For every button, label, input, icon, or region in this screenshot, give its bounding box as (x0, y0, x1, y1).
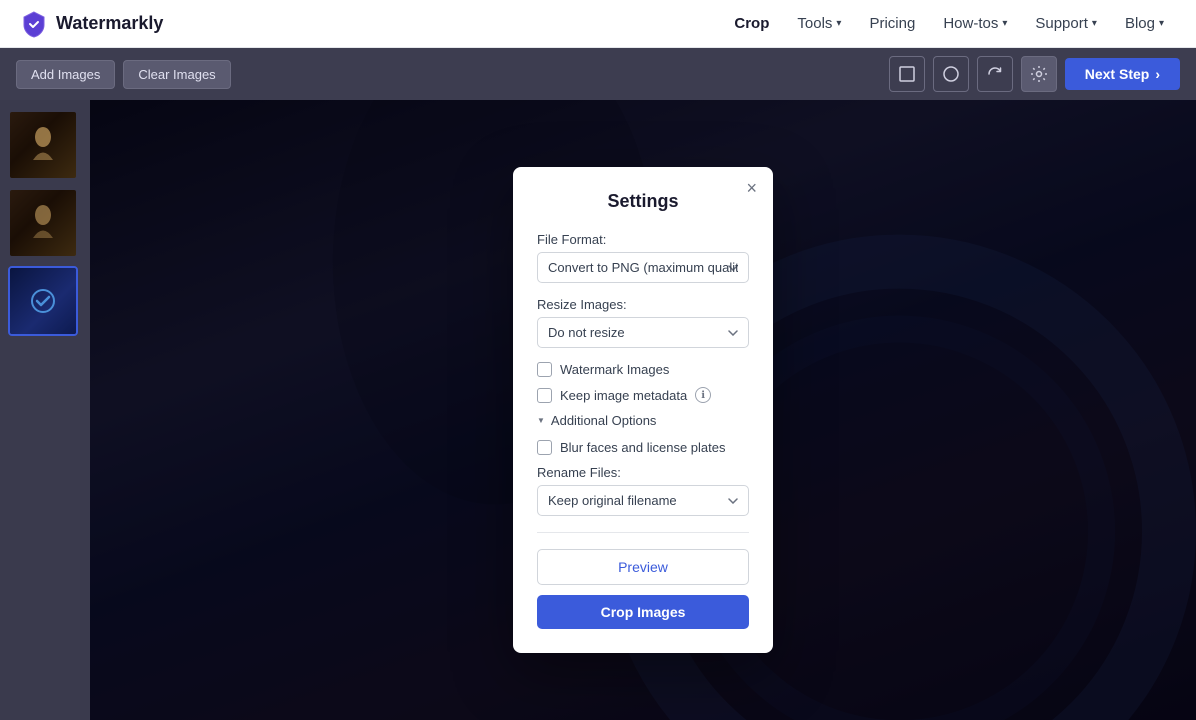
rename-select[interactable]: Keep original filenameAdd prefixAdd suff… (537, 485, 749, 516)
additional-options-label: Additional Options (551, 413, 657, 428)
navbar: Watermarkly Crop Tools ▾ Pricing How-tos… (0, 0, 1196, 48)
circle-crop-icon[interactable] (933, 56, 969, 92)
nav-links: Crop Tools ▾ Pricing How-tos ▾ Support ▾… (722, 9, 1176, 38)
modal-close-button[interactable]: × (746, 179, 757, 197)
additional-options-toggle[interactable]: ▼ Additional Options (537, 413, 749, 428)
watermark-checkbox[interactable] (537, 362, 552, 377)
watermark-label: Watermark Images (560, 362, 669, 377)
resize-group: Resize Images: Do not resizeResize to fi… (537, 297, 749, 348)
clear-images-button[interactable]: Clear Images (123, 60, 230, 89)
rotate-icon[interactable] (977, 56, 1013, 92)
metadata-label: Keep image metadata (560, 388, 687, 403)
preview-button[interactable]: Preview (537, 549, 749, 585)
nav-crop[interactable]: Crop (722, 9, 781, 38)
resize-label: Resize Images: (537, 297, 749, 312)
blur-row: Blur faces and license plates (537, 440, 749, 455)
support-chevron-icon: ▾ (1092, 18, 1097, 29)
next-step-button[interactable]: Next Step › (1065, 58, 1180, 90)
settings-icon-btn[interactable] (1021, 56, 1057, 92)
file-format-select[interactable]: Convert to PNG (maximum quality,Keep ori… (537, 252, 749, 283)
modal-divider (537, 532, 749, 533)
thumbnail-3-preview (10, 268, 76, 334)
rename-label: Rename Files: (537, 465, 749, 480)
brand-name: Watermarkly (56, 13, 163, 34)
image-sidebar (0, 100, 90, 720)
modal-overlay: × Settings File Format: Convert to PNG (… (90, 100, 1196, 720)
canvas-area: × Settings File Format: Convert to PNG (… (90, 100, 1196, 720)
blog-chevron-icon: ▾ (1159, 18, 1164, 29)
settings-modal: × Settings File Format: Convert to PNG (… (513, 167, 773, 653)
main-area: × Settings File Format: Convert to PNG (… (0, 100, 1196, 720)
blur-checkbox[interactable] (537, 440, 552, 455)
howtos-chevron-icon: ▾ (1002, 18, 1007, 29)
file-format-group: File Format: Convert to PNG (maximum qua… (537, 232, 749, 283)
file-format-label: File Format: (537, 232, 749, 247)
thumbnail-3[interactable] (8, 266, 78, 336)
nav-blog[interactable]: Blog ▾ (1113, 9, 1176, 38)
thumbnail-1[interactable] (8, 110, 78, 180)
triangle-icon: ▼ (537, 416, 545, 425)
shield-icon (20, 10, 48, 38)
rectangle-crop-icon[interactable] (889, 56, 925, 92)
brand-logo[interactable]: Watermarkly (20, 10, 163, 38)
thumbnail-2-preview (10, 190, 76, 256)
tools-chevron-icon: ▾ (836, 18, 841, 29)
crop-images-button[interactable]: Crop Images (537, 595, 749, 629)
nav-support[interactable]: Support ▾ (1023, 9, 1109, 38)
rename-group: Rename Files: Keep original filenameAdd … (537, 465, 749, 516)
metadata-row: Keep image metadata ℹ (537, 387, 749, 403)
watermark-row: Watermark Images (537, 362, 749, 377)
thumbnail-2[interactable] (8, 188, 78, 258)
nav-tools[interactable]: Tools ▾ (785, 9, 853, 38)
metadata-checkbox[interactable] (537, 388, 552, 403)
next-arrow-icon: › (1155, 66, 1160, 82)
blur-label: Blur faces and license plates (560, 440, 725, 455)
toolbar: Add Images Clear Images Next Step › (0, 48, 1196, 100)
metadata-info-icon[interactable]: ℹ (695, 387, 711, 403)
nav-howtos[interactable]: How-tos ▾ (931, 9, 1019, 38)
resize-select[interactable]: Do not resizeResize to fitResize to fill (537, 317, 749, 348)
nav-pricing[interactable]: Pricing (857, 9, 927, 38)
modal-title: Settings (537, 191, 749, 212)
add-images-button[interactable]: Add Images (16, 60, 115, 89)
thumbnail-1-preview (10, 112, 76, 178)
